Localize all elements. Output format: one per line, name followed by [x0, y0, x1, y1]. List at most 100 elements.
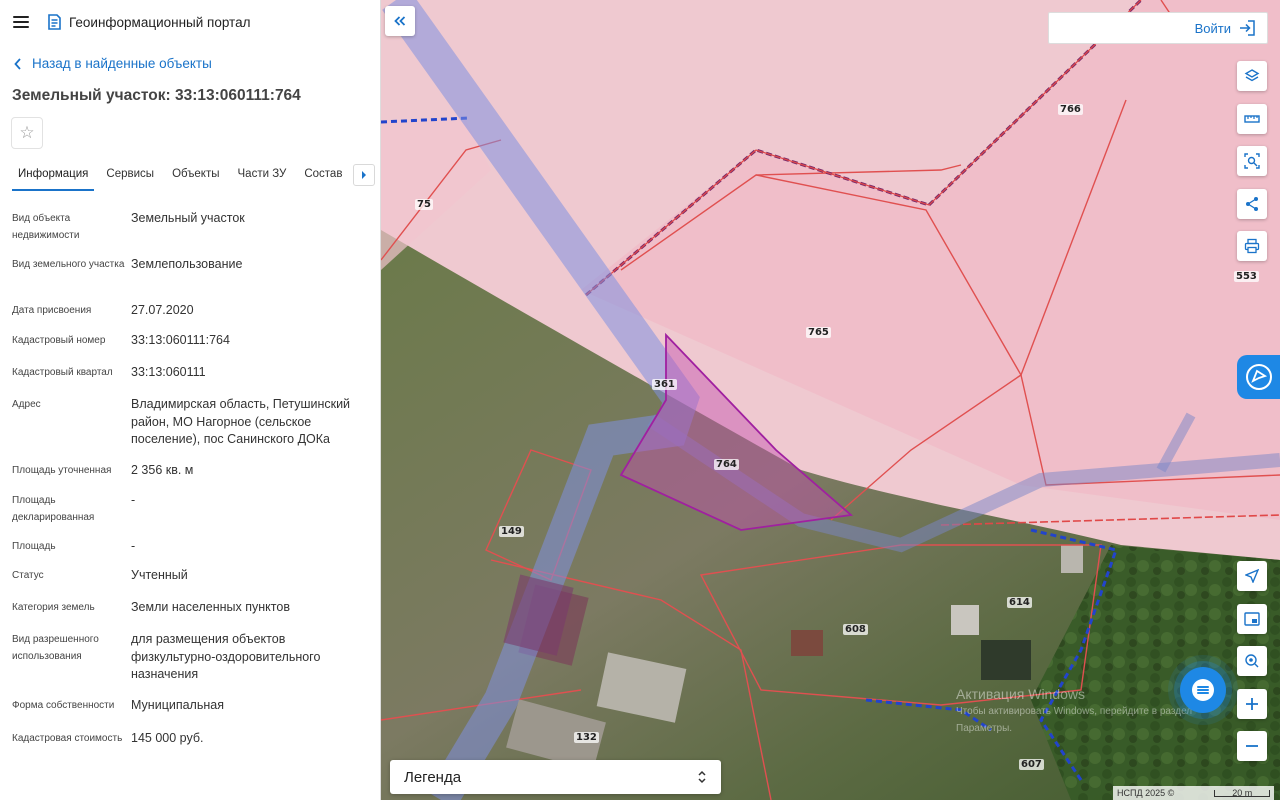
minus-icon [1246, 745, 1258, 747]
tab-parts[interactable]: Части ЗУ [232, 160, 293, 191]
geolocation-button[interactable] [1237, 646, 1267, 676]
chat-icon [1192, 679, 1214, 701]
property-value: 33:13:060111 [131, 365, 206, 379]
property-row: Вид объекта недвижимости Земельный участ… [12, 210, 372, 256]
zoom-out-button[interactable] [1237, 731, 1267, 761]
nspd-logo-icon [1245, 364, 1272, 390]
double-chevron-left-icon [394, 16, 406, 26]
property-label: Вид разрешенного использования [12, 634, 99, 662]
locate-button[interactable] [1237, 561, 1267, 591]
tab-information[interactable]: Информация [12, 160, 95, 191]
tab-services[interactable]: Сервисы [100, 160, 160, 191]
parcel-label: 764 [714, 459, 739, 470]
property-row: Площадь декларированная - [12, 492, 372, 538]
property-row: Площадь уточненная 2 356 кв. м [12, 462, 372, 492]
legend-label: Легенда [404, 768, 462, 786]
property-value: 2 356 кв. м [131, 463, 194, 477]
app-title[interactable]: Геоинформационный портал [69, 15, 250, 30]
star-icon: ☆ [19, 123, 35, 142]
chevron-right-icon [362, 171, 366, 179]
parcel-label: 75 [415, 199, 433, 210]
back-to-results-link[interactable]: Назад в найденные объекты [14, 56, 212, 71]
building [981, 640, 1031, 680]
property-value: 33:13:060111:764 [131, 333, 230, 347]
back-link-label: Назад в найденные объекты [32, 56, 212, 71]
scale-bar: 20 m [1214, 788, 1271, 797]
parcel-label: 149 [499, 526, 524, 537]
nspd-service-tab[interactable] [1237, 355, 1280, 399]
layers-button[interactable] [1237, 61, 1267, 91]
property-value: для размещения объектов физкультурно-озд… [131, 632, 321, 681]
parcel-label: 607 [1019, 759, 1044, 770]
map-attribution: НСПД 2025 © [1117, 788, 1175, 798]
property-value: 145 000 руб. [131, 731, 204, 745]
map-scale: НСПД 2025 © 20 m [1113, 786, 1275, 800]
parcel-label: 361 [652, 379, 677, 390]
tab-bar: Информация Сервисы Объекты Части ЗУ Сост… [12, 160, 378, 192]
tab-composition[interactable]: Состав [298, 160, 348, 191]
property-label: Дата присвоения [12, 305, 92, 316]
property-row: Кадастровый квартал 33:13:060111 [12, 364, 372, 396]
share-icon [1246, 197, 1258, 211]
info-panel: Геоинформационный портал Назад в найденн… [0, 0, 381, 800]
parcel-label: 765 [806, 327, 831, 338]
login-button[interactable]: Войти [1048, 12, 1268, 44]
layers-icon [1244, 69, 1260, 82]
login-label: Войти [1194, 20, 1231, 36]
chevron-left-icon [14, 57, 21, 70]
property-value: Землепользование [131, 257, 243, 271]
building [791, 630, 823, 656]
property-value: Учтенный [131, 568, 188, 582]
parcel-label: 766 [1058, 104, 1083, 115]
property-label: Кадастровый номер [12, 335, 106, 346]
property-label: Адрес [12, 399, 41, 410]
favorite-button[interactable]: ☆ [11, 117, 43, 149]
collapse-panel-button[interactable] [385, 6, 415, 36]
parcel-label: 553 [1234, 271, 1259, 282]
login-icon [1240, 20, 1255, 36]
property-label: Вид земельного участка [12, 259, 125, 270]
geolocation-icon [1245, 654, 1259, 668]
tabs-scroll-right-button[interactable] [353, 164, 375, 186]
property-value: 27.07.2020 [131, 303, 194, 317]
property-label: Кадастровая стоимость [12, 733, 123, 744]
property-row: Адрес Владимирская область, Петушинский … [12, 396, 372, 462]
measure-button[interactable] [1237, 104, 1267, 134]
property-value: Муниципальная [131, 698, 224, 712]
zoom-in-button[interactable] [1237, 689, 1267, 719]
parcel-label: 132 [574, 732, 599, 743]
chat-button[interactable] [1180, 667, 1226, 713]
locate-icon [1245, 569, 1259, 583]
property-value: - [131, 493, 136, 507]
property-label: Площадь [12, 541, 56, 552]
tab-objects[interactable]: Объекты [166, 160, 225, 191]
top-bar: Геоинформационный портал [0, 0, 380, 44]
property-row: Площадь - [12, 538, 372, 567]
property-value: Земли населенных пунктов [131, 600, 290, 614]
portal-logo-icon[interactable] [47, 14, 61, 30]
map-canvas[interactable] [381, 0, 1280, 800]
minimap-icon [1244, 612, 1260, 626]
property-row: Кадастровый номер 33:13:060111:764 [12, 332, 372, 364]
property-row: Вид разрешенного использования для разме… [12, 631, 372, 697]
property-label: Форма собственности [12, 700, 115, 711]
sort-icon [698, 770, 706, 784]
plus-icon [1246, 698, 1258, 710]
print-button[interactable] [1237, 231, 1267, 261]
parcel-label: 614 [1007, 597, 1032, 608]
property-list: Вид объекта недвижимости Земельный участ… [12, 210, 372, 770]
area-select-button[interactable] [1237, 146, 1267, 176]
property-label: Вид объекта недвижимости [12, 213, 80, 241]
share-button[interactable] [1237, 189, 1267, 219]
legend-dropdown[interactable]: Легенда [390, 760, 721, 794]
map-view[interactable]: 766 75 553 765 361 764 149 614 608 132 6… [381, 0, 1280, 800]
minimap-button[interactable] [1237, 604, 1267, 634]
building [1061, 545, 1083, 573]
print-icon [1244, 238, 1260, 254]
ruler-icon [1244, 115, 1260, 123]
property-row: Дата присвоения 27.07.2020 [12, 302, 372, 332]
property-label: Кадастровый квартал [12, 367, 113, 378]
property-value: Владимирская область, Петушинский район,… [131, 397, 351, 446]
menu-icon[interactable] [13, 16, 29, 28]
object-title: Земельный участок: 33:13:060111:764 [12, 87, 301, 104]
